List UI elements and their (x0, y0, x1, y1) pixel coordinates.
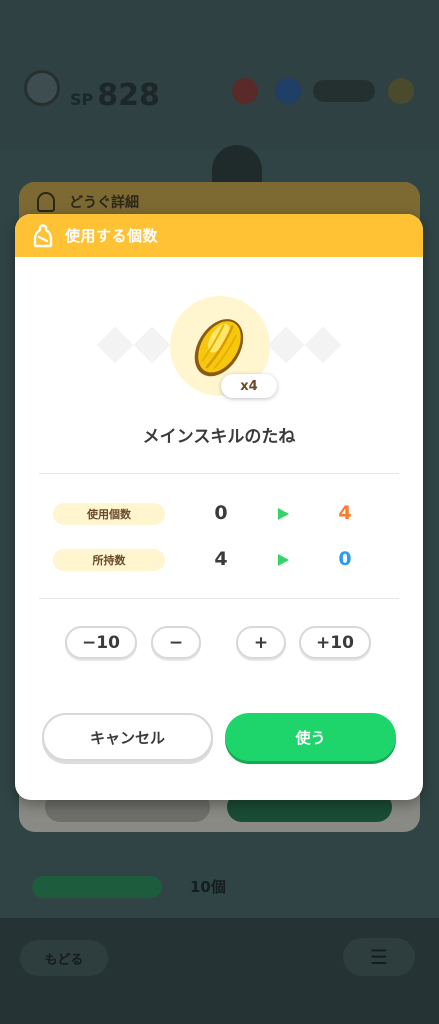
bag-icon (33, 224, 53, 248)
background-hat-shape (212, 145, 262, 185)
modal-header: 使用する個数 (15, 214, 423, 257)
use-button[interactable]: 使う (225, 713, 396, 761)
decor-diamond (304, 326, 342, 364)
background-header (0, 0, 439, 150)
sp-label: SP (70, 90, 94, 109)
owned-count-label: 所持数 (53, 549, 165, 571)
use-quantity-modal: 使用する個数 x4 メインスキルのたね 使用個数 0 4 所持数 4 0 −10… (15, 214, 423, 800)
divider (39, 473, 399, 474)
modal-title: 使用する個数 (65, 227, 159, 245)
sleep-points: SP 828 (70, 78, 160, 113)
plus-1-button[interactable]: + (236, 626, 286, 659)
bag-icon (37, 192, 55, 212)
menu-icon: ☰ (343, 938, 415, 976)
minus-10-button[interactable]: −10 (65, 626, 137, 659)
divider (39, 598, 399, 599)
sp-value: 828 (97, 78, 160, 113)
owned-count-after: 0 (338, 548, 352, 570)
back-button: もどる (20, 940, 108, 976)
arrow-right-icon (278, 554, 289, 566)
decor-diamond (96, 326, 134, 364)
background-pill (313, 80, 375, 102)
badge-gold-icon (388, 78, 414, 104)
decor-diamond (267, 326, 305, 364)
arrow-right-icon (278, 508, 289, 520)
held-count: 10個 (190, 878, 226, 896)
item-hero (15, 294, 423, 404)
cancel-button[interactable]: キャンセル (42, 713, 213, 761)
minus-1-button[interactable]: − (151, 626, 201, 659)
use-count-before: 0 (214, 502, 228, 524)
decor-diamond (133, 326, 171, 364)
plus-10-button[interactable]: +10 (299, 626, 371, 659)
use-count-after: 4 (338, 502, 352, 524)
badge-blue-icon (275, 78, 301, 104)
badge-red-icon (232, 78, 258, 104)
item-detail-title: どうぐ詳細 (69, 195, 139, 211)
pokeball-logo-icon (24, 70, 60, 106)
quantity-badge: x4 (221, 374, 277, 398)
use-count-label: 使用個数 (53, 503, 165, 525)
owned-count-before: 4 (214, 548, 228, 570)
item-name: メインスキルのたね (142, 427, 296, 447)
held-tag (32, 876, 162, 898)
